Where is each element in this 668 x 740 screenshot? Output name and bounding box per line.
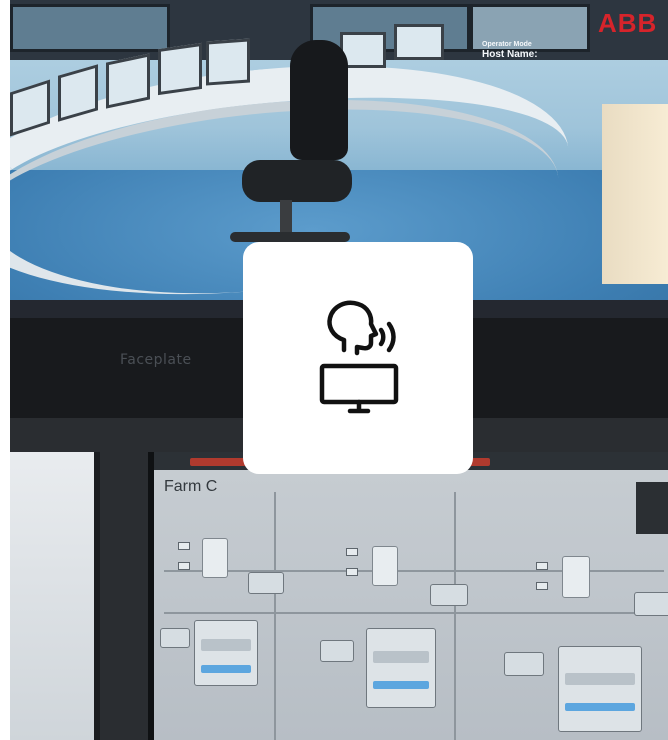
hmi-dark-panel <box>636 482 668 534</box>
hmi-control-panel <box>194 620 258 686</box>
hmi-pipe <box>164 612 664 614</box>
hmi-motor-tag <box>634 592 668 616</box>
valve-icon <box>346 548 358 556</box>
wall-screen <box>10 4 170 52</box>
hmi-motor-tag <box>160 628 190 648</box>
screen-overlay-text: Operator Mode Host Name: <box>482 40 592 61</box>
valve-icon <box>178 542 190 550</box>
panel-level-bar <box>201 665 251 673</box>
hmi-pump-unit <box>202 538 228 578</box>
console-monitor <box>206 38 250 86</box>
hmi-title: Farm C <box>164 478 218 495</box>
hmi-control-panel <box>366 628 436 708</box>
operator-chair-seat <box>242 160 352 202</box>
valve-icon <box>536 562 548 570</box>
panel-level-bar <box>565 703 635 711</box>
hmi-screen: Farm C <box>148 452 668 740</box>
hmi-motor-tag <box>320 640 354 662</box>
hmi-motor-tag <box>248 572 284 594</box>
valve-icon <box>346 568 358 576</box>
console-monitor <box>158 42 202 96</box>
console-monitor <box>394 24 444 60</box>
hmi-divider <box>454 492 456 740</box>
side-monitor <box>10 452 100 740</box>
hmi-motor-tag <box>504 652 544 676</box>
panel-trend <box>565 673 635 685</box>
operator-chair-back <box>290 40 348 160</box>
bezel-label: Faceplate <box>120 352 192 368</box>
voice-assistant-card <box>243 242 473 474</box>
valve-icon <box>536 582 548 590</box>
panel-level-bar <box>373 681 429 689</box>
hmi-pump-unit <box>372 546 398 586</box>
hmi-pump-unit <box>562 556 590 598</box>
panel-trend <box>373 651 429 663</box>
operator-chair-feet <box>230 232 350 242</box>
console-monitor <box>106 53 150 109</box>
overlay-subheader: Host Name: <box>482 49 538 60</box>
panel-trend <box>201 639 251 651</box>
brand-logo: ABB <box>598 8 658 38</box>
overlay-header: Operator Mode <box>482 41 532 48</box>
cabinet <box>602 104 668 284</box>
voice-assistant-monitor-icon <box>319 300 399 414</box>
hmi-motor-tag <box>430 584 468 606</box>
hmi-control-panel <box>558 646 642 732</box>
hmi-divider <box>274 492 276 740</box>
valve-icon <box>178 562 190 570</box>
